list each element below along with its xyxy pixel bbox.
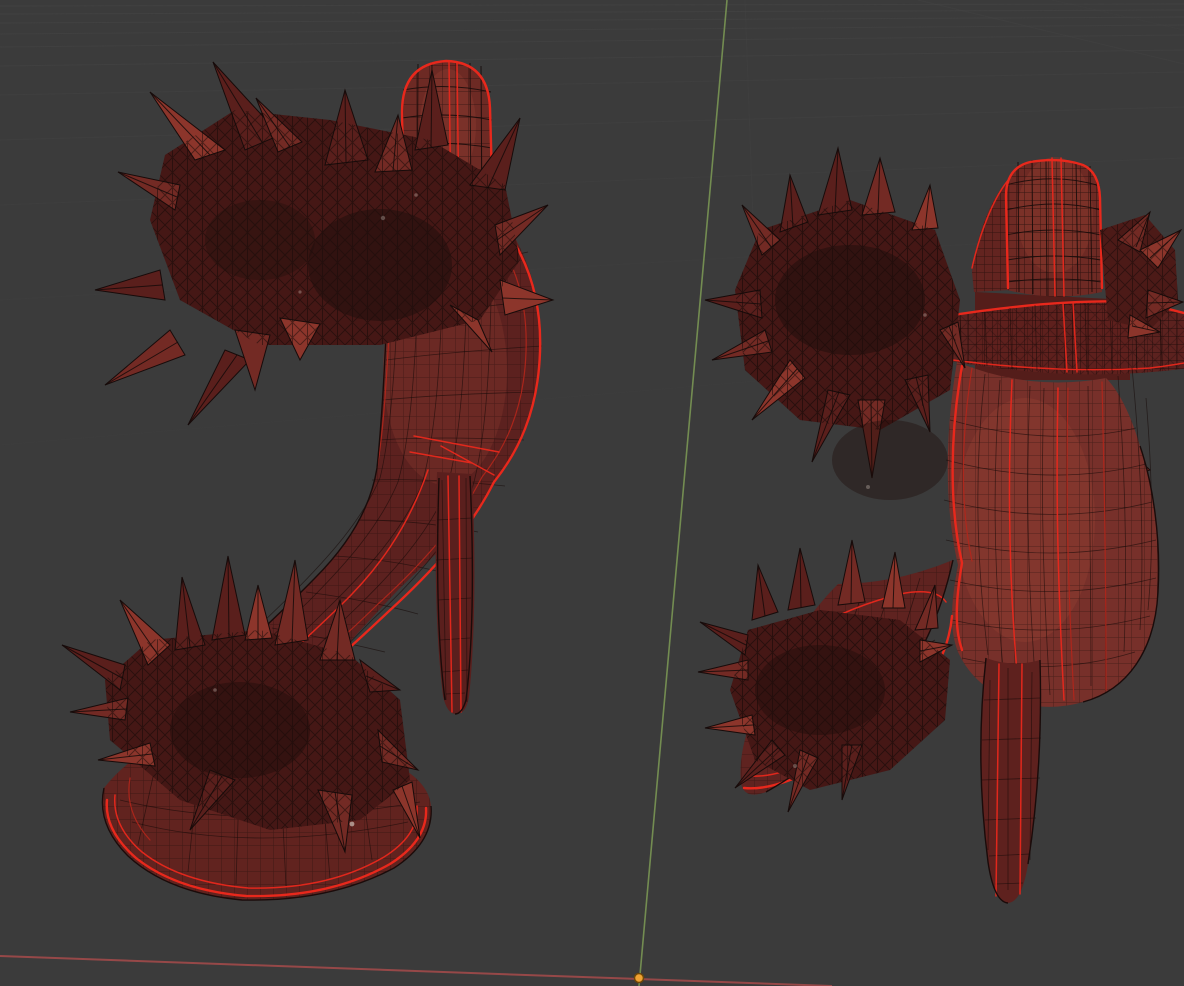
right-shoe-body [944, 362, 1159, 708]
3d-viewport[interactable] [0, 0, 1184, 986]
left-heel-spike [436, 472, 475, 714]
origin-dot[interactable] [635, 974, 644, 983]
viewport-canvas[interactable] [0, 0, 1184, 986]
